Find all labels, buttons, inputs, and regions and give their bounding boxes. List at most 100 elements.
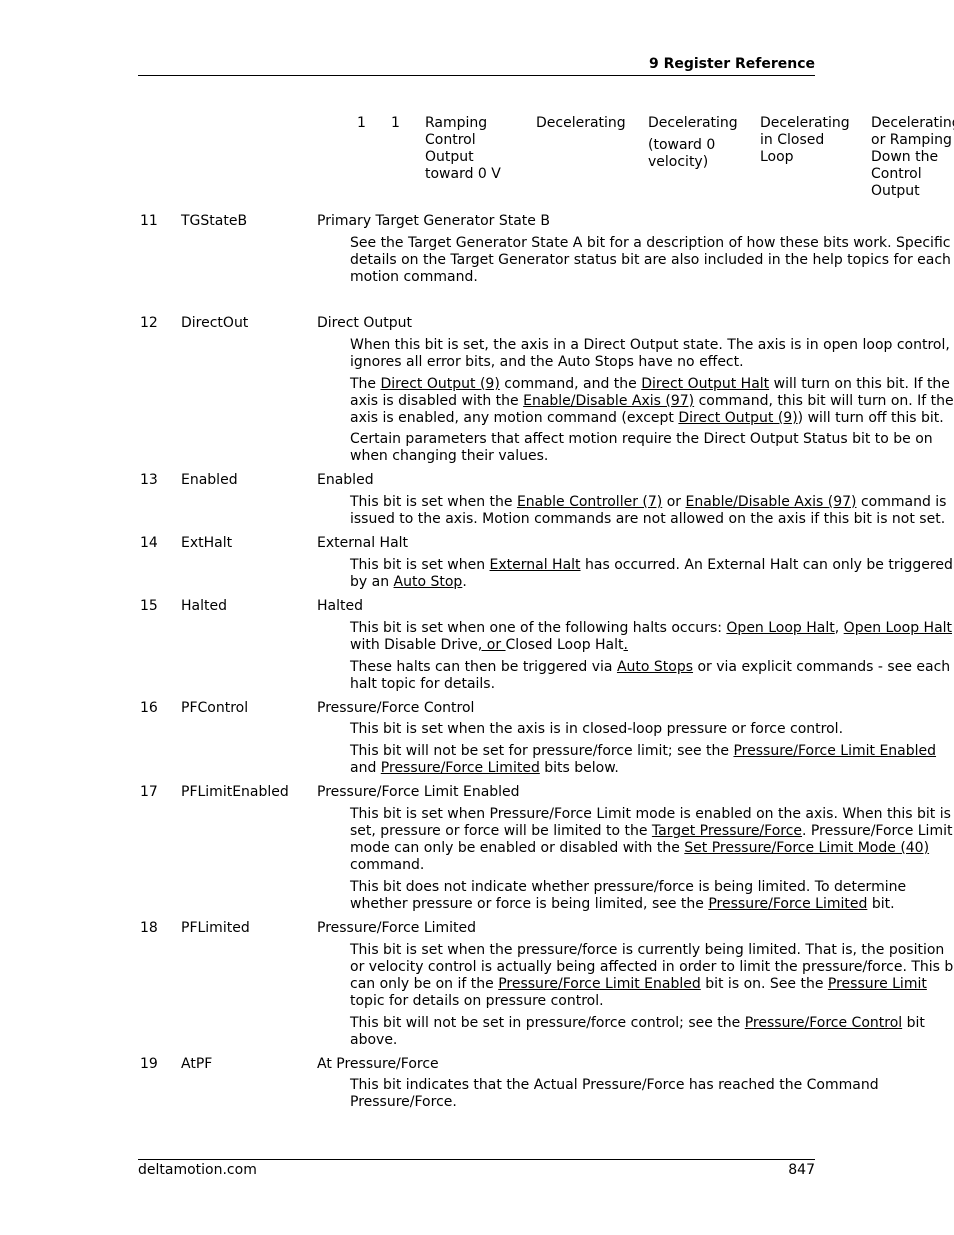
bit-name: TGStateB: [181, 213, 248, 229]
cell-line: velocity): [648, 154, 709, 170]
description-line: command.: [350, 857, 425, 873]
bit-title: Direct Output: [317, 315, 412, 331]
description-line: This bit is set when one of the followin…: [350, 620, 953, 636]
description-line: with Disable Drive, or Closed Loop Halt.: [350, 637, 628, 653]
description-line: details on the Target Generator status b…: [350, 252, 951, 268]
topic-link[interactable]: Pressure/Force Limit Enabled: [498, 976, 701, 992]
cell-line: Control: [871, 166, 922, 182]
topic-link[interactable]: Open Loop Halt: [844, 620, 952, 636]
bit-name: PFLimitEnabled: [181, 784, 289, 800]
topic-link[interactable]: Direct Output (9): [381, 376, 500, 392]
chapter-title: 9 Register Reference: [648, 56, 815, 72]
cell-line: Decelerating: [760, 115, 850, 131]
cell-line: Output: [425, 149, 474, 165]
cell-line: toward 0 V: [425, 166, 501, 182]
description-line: This bit indicates that the Actual Press…: [350, 1077, 879, 1093]
topic-link[interactable]: Pressure Limit: [828, 976, 927, 992]
bit-number: 16: [140, 700, 158, 716]
topic-link[interactable]: .: [624, 637, 628, 653]
topic-link[interactable]: Target Pressure/Force: [652, 823, 802, 839]
bit-number: 12: [140, 315, 158, 331]
description-line: can only be on if the Pressure/Force Lim…: [350, 976, 927, 992]
bit-title: Primary Target Generator State B: [317, 213, 550, 229]
description-line: This bit will not be set in pressure/for…: [350, 1015, 925, 1031]
bit-title: External Halt: [317, 535, 409, 551]
bit-name: DirectOut: [181, 315, 249, 331]
description-line: or velocity control is actually being af…: [350, 959, 954, 975]
description-line: See the Target Generator State A bit for…: [350, 235, 951, 251]
cell-line: Control: [425, 132, 476, 148]
topic-link[interactable]: Open Loop Halt: [726, 620, 834, 636]
description-line: when changing their values.: [350, 448, 549, 464]
bit-title: Enabled: [317, 472, 374, 488]
description-line: This bit is set when the Enable Controll…: [350, 494, 947, 510]
bit-number: 19: [140, 1056, 158, 1072]
bit-number: 17: [140, 784, 158, 800]
cell-line: Loop: [760, 149, 794, 165]
description-line: axis is disabled with the Enable/Disable…: [350, 393, 954, 409]
description-line: This bit is set when the pressure/force …: [350, 942, 945, 958]
table-cell-state-3: Decelerating (toward 0 velocity): [648, 115, 738, 171]
topic-link[interactable]: Enable Controller (7): [517, 494, 662, 510]
topic-link[interactable]: Enable/Disable Axis (97): [523, 393, 694, 409]
description-line: and Pressure/Force Limited bits below.: [350, 760, 619, 776]
cell-line: Decelerating: [648, 115, 738, 131]
description-line: by an Auto Stop.: [350, 574, 467, 590]
topic-link[interactable]: Set Pressure/Force Limit Mode (40): [684, 840, 929, 856]
table-cell-state-4: Decelerating in Closed Loop: [760, 115, 850, 166]
bit-name: ExtHalt: [181, 535, 233, 551]
bit-title: Pressure/Force Limited: [317, 920, 477, 936]
cell-line: Decelerating: [871, 115, 954, 131]
topic-link[interactable]: , or: [478, 637, 506, 653]
bit-name: Halted: [181, 598, 227, 614]
cell-line: (toward 0: [648, 137, 716, 153]
description-line: issued to the axis. Motion commands are …: [350, 511, 946, 527]
topic-link[interactable]: Pressure/Force Limited: [708, 896, 867, 912]
bit-number: 11: [140, 213, 158, 229]
footer-site: deltamotion.com: [138, 1162, 257, 1178]
topic-link[interactable]: Direct Output (9): [678, 410, 797, 426]
description-line: This bit is set when Pressure/Force Limi…: [350, 806, 951, 822]
topic-link[interactable]: External Halt: [490, 557, 581, 573]
topic-link[interactable]: Auto Stops: [617, 659, 693, 675]
description-line: mode can only be enabled or disabled wit…: [350, 840, 930, 856]
page-number: 847: [788, 1162, 815, 1178]
table-cell-state-5: Decelerating or Ramping Down the Control Out…: [871, 115, 954, 200]
table-cell-state-2: Decelerating: [536, 115, 626, 132]
cell-line: Output: [871, 183, 920, 199]
table-cell-a: 1: [357, 115, 366, 131]
topic-link[interactable]: Pressure/Force Control: [745, 1015, 902, 1031]
topic-link[interactable]: Pressure/Force Limit Enabled: [733, 743, 936, 759]
bit-title: Halted: [317, 598, 363, 614]
topic-link[interactable]: Enable/Disable Axis (97): [685, 494, 856, 510]
description-line: Pressure/Force.: [350, 1094, 457, 1110]
bit-number: 13: [140, 472, 158, 488]
cell-line: Ramping: [425, 115, 488, 131]
bit-number: 18: [140, 920, 158, 936]
topic-link[interactable]: Direct Output Halt: [641, 376, 769, 392]
description-line: above.: [350, 1032, 398, 1048]
page-footer: deltamotion.com 847: [138, 1159, 815, 1178]
description-line: This bit is set when External Halt has o…: [350, 557, 953, 573]
cell-line: or Ramping: [871, 132, 952, 148]
description-line: This bit does not indicate whether press…: [350, 879, 907, 895]
description-line: These halts can then be triggered via Au…: [350, 659, 951, 675]
description-line: motion command.: [350, 269, 478, 285]
description-line: halt topic for details.: [350, 676, 496, 692]
cell-line: Down the: [871, 149, 939, 165]
description-line: ignores all error bits, and the Auto Sto…: [350, 354, 744, 370]
bit-title: At Pressure/Force: [317, 1056, 439, 1072]
description-line: whether pressure or force is being limit…: [350, 896, 895, 912]
topic-link[interactable]: Auto Stop: [394, 574, 463, 590]
description-line: This bit is set when the axis is in clos…: [350, 721, 844, 737]
bit-title: Pressure/Force Limit Enabled: [317, 784, 520, 800]
description-line: When this bit is set, the axis in a Dire…: [350, 337, 950, 353]
description-line: axis is enabled, any motion command (exc…: [350, 410, 944, 426]
bit-name: AtPF: [181, 1056, 213, 1072]
table-cell-state-1: Ramping Control Output toward 0 V: [425, 115, 501, 183]
description-line: The Direct Output (9) command, and the D…: [350, 376, 950, 392]
topic-link[interactable]: Pressure/Force Limited: [381, 760, 540, 776]
table-row: 1 1 Ramping Control Output toward 0 V Decel…: [0, 115, 954, 205]
page-header: 9 Register Reference: [138, 55, 815, 76]
bit-name: PFControl: [181, 700, 249, 716]
